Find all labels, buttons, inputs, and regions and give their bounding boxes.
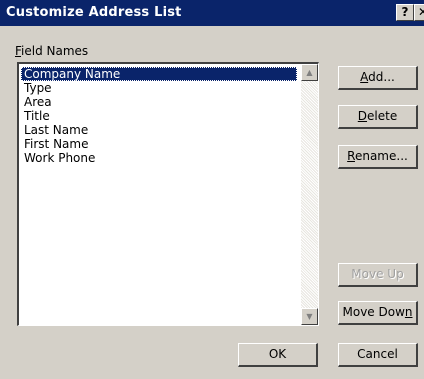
vertical-scrollbar[interactable]: ▲ ▼ [301, 64, 318, 325]
close-button[interactable]: ✕ [414, 4, 424, 21]
field-names-label: Field Names [15, 44, 88, 58]
move-down-label-before: Move Dow [342, 305, 405, 319]
rename-label-rest: ename... [354, 149, 408, 163]
add-label-rest: dd... [368, 70, 395, 84]
list-item[interactable]: Company Name [21, 67, 297, 81]
delete-label-rest: elete [367, 109, 398, 123]
help-button[interactable]: ? [396, 4, 414, 21]
list-item[interactable]: Last Name [21, 123, 297, 137]
add-button[interactable]: Add... [338, 66, 418, 90]
list-item[interactable]: First Name [21, 137, 297, 151]
cancel-button[interactable]: Cancel [338, 343, 418, 367]
move-up-button[interactable]: Move Up [338, 263, 418, 287]
move-down-button[interactable]: Move Down [338, 301, 418, 325]
scroll-up-arrow-icon[interactable]: ▲ [301, 64, 318, 81]
title-bar[interactable]: Customize Address List ? ✕ [0, 0, 424, 26]
list-item[interactable]: Title [21, 109, 297, 123]
list-item[interactable]: Area [21, 95, 297, 109]
field-names-listbox[interactable]: Company Name Type Area Title Last Name F… [17, 62, 319, 326]
customize-address-list-dialog: Customize Address List ? ✕ Field Names C… [0, 0, 424, 379]
add-accel: A [360, 70, 369, 84]
rename-button[interactable]: Rename... [338, 145, 418, 169]
field-names-label-rest: ield Names [21, 44, 89, 58]
scroll-down-arrow-icon[interactable]: ▼ [301, 308, 318, 325]
move-down-accel: n [404, 305, 413, 319]
window-title: Customize Address List [6, 5, 182, 20]
field-names-list: Company Name Type Area Title Last Name F… [21, 67, 297, 165]
list-item[interactable]: Work Phone [21, 151, 297, 165]
delete-accel: D [357, 109, 368, 123]
delete-button[interactable]: Delete [338, 105, 418, 129]
ok-button[interactable]: OK [238, 343, 318, 367]
list-item[interactable]: Type [21, 81, 297, 95]
rename-accel: R [347, 149, 355, 163]
